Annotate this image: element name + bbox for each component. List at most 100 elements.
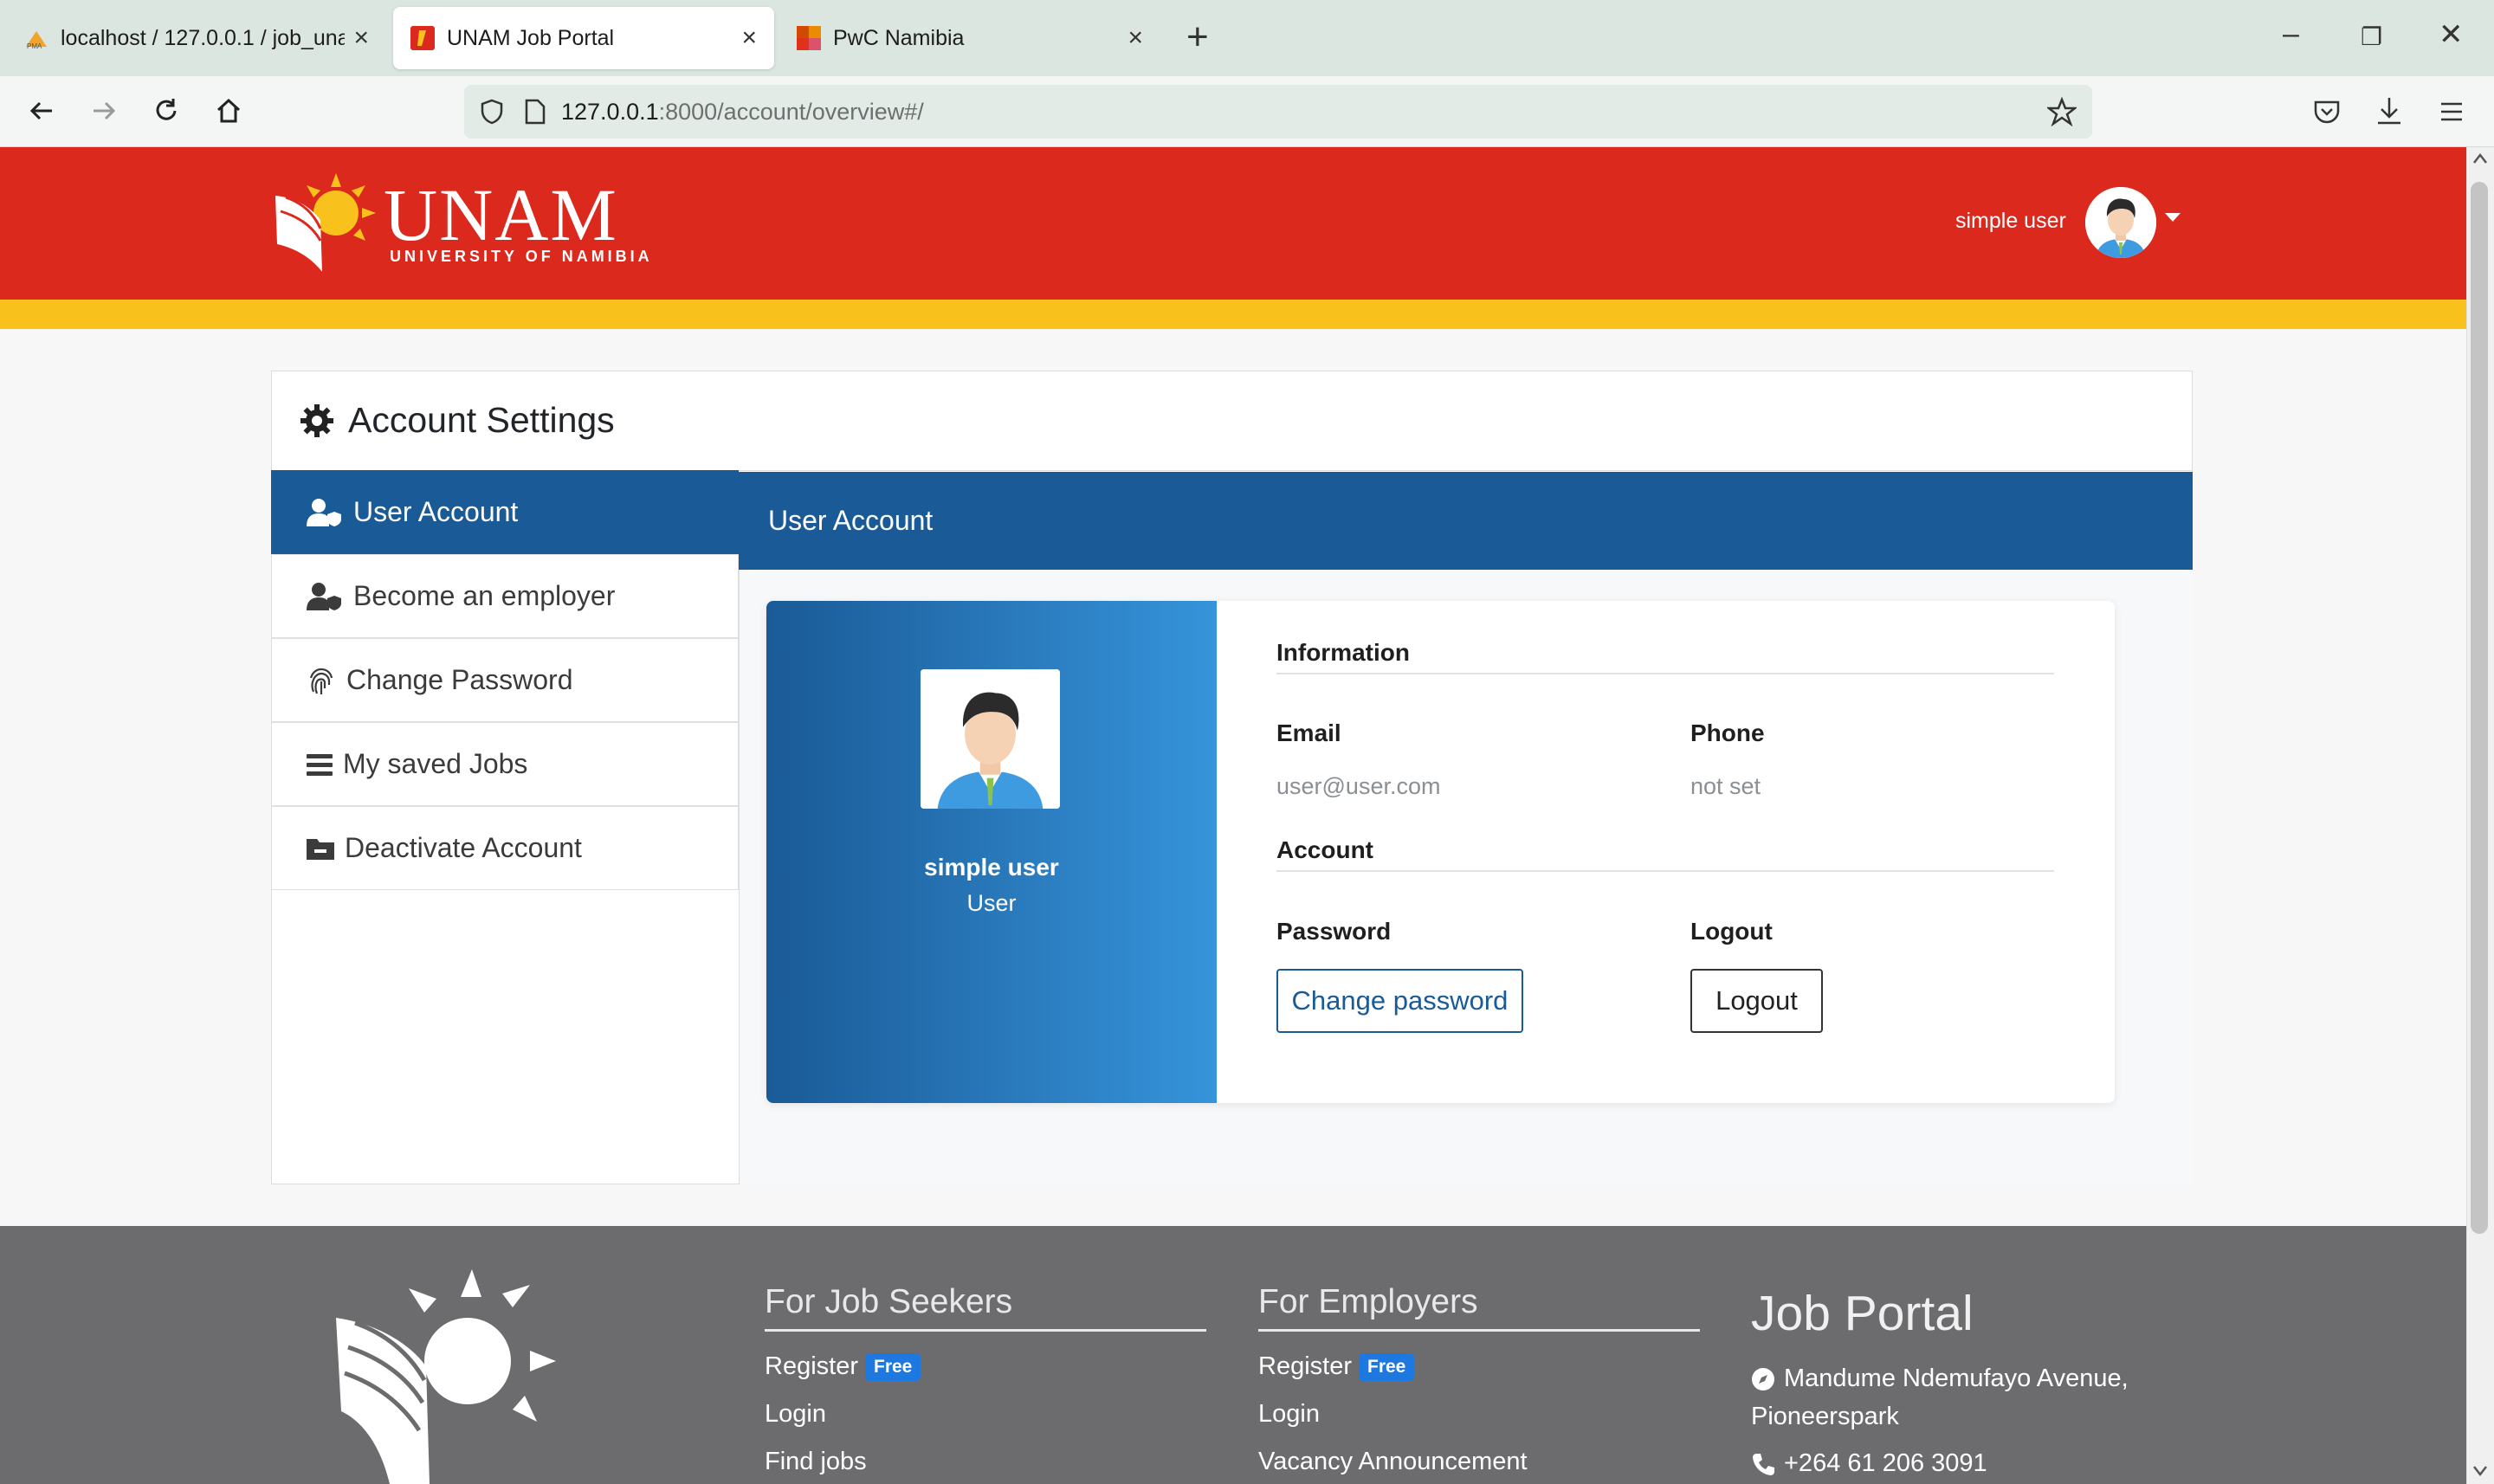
pwc-favicon-icon bbox=[797, 26, 821, 50]
footer-job-portal-title: Job Portal bbox=[1751, 1286, 1974, 1341]
user-shield-icon bbox=[307, 582, 341, 610]
page-icon bbox=[525, 99, 546, 125]
footer-vacancy-link[interactable]: Vacancy Announcement bbox=[1258, 1448, 1528, 1476]
pocket-icon[interactable] bbox=[2312, 97, 2342, 126]
tab-phpmyadmin[interactable]: PMA localhost / 127.0.0.1 / job_unam × bbox=[7, 7, 386, 69]
sidebar-item-label: Become an employer bbox=[353, 580, 616, 611]
profile-avatar bbox=[921, 669, 1060, 809]
sidebar-item-label: Change Password bbox=[346, 664, 573, 695]
password-label: Password bbox=[1276, 918, 1392, 945]
tab-label: localhost / 127.0.0.1 / job_unam bbox=[61, 25, 346, 50]
tab-unam-job-portal[interactable]: UNAM Job Portal × bbox=[393, 7, 774, 69]
url-bar[interactable]: 127.0.0.1:8000/account/overview#/ bbox=[464, 85, 2092, 139]
phone-icon bbox=[1753, 1453, 1774, 1475]
footer-find-jobs-link[interactable]: Find jobs bbox=[765, 1448, 867, 1476]
unam-logo-icon[interactable] bbox=[268, 168, 381, 281]
footer-employer-register-link[interactable]: Register Free bbox=[1258, 1352, 1415, 1382]
browser-tab-bar: PMA localhost / 127.0.0.1 / job_unam × U… bbox=[0, 0, 2494, 76]
account-settings-title-text: Account Settings bbox=[348, 400, 615, 440]
address-line1-text: Mandume Ndemufayo Avenue, bbox=[1784, 1365, 2129, 1392]
folder-minus-icon bbox=[307, 838, 334, 860]
sidebar-item-user-account[interactable]: User Account bbox=[271, 470, 739, 554]
unam-logo-text[interactable]: UNAM bbox=[384, 177, 618, 252]
footer-employers-heading: For Employers bbox=[1258, 1283, 1478, 1320]
footer-address-line1: Mandume Ndemufayo Avenue, bbox=[1751, 1365, 2129, 1393]
account-heading: Account bbox=[1276, 836, 1373, 863]
sidebar-item-label: Deactivate Account bbox=[345, 832, 582, 863]
footer-divider bbox=[765, 1329, 1206, 1332]
browser-nav-bar: 127.0.0.1:8000/account/overview#/ bbox=[0, 76, 2494, 147]
close-icon[interactable]: × bbox=[741, 23, 757, 53]
reload-icon[interactable] bbox=[151, 95, 182, 126]
footer-job-seekers-heading: For Job Seekers bbox=[765, 1283, 1013, 1320]
close-icon[interactable]: × bbox=[353, 23, 369, 53]
gear-icon bbox=[300, 403, 333, 437]
scroll-up-icon[interactable] bbox=[2472, 152, 2488, 165]
menu-icon[interactable] bbox=[2439, 99, 2465, 125]
information-heading: Information bbox=[1276, 639, 1410, 666]
phone-label: Phone bbox=[1690, 719, 1765, 746]
url-host: 127.0.0.1 bbox=[561, 98, 659, 125]
fingerprint-icon bbox=[309, 668, 333, 694]
scroll-down-icon[interactable] bbox=[2472, 1465, 2488, 1477]
footer-seeker-login-link[interactable]: Login bbox=[765, 1400, 826, 1429]
window-close-icon[interactable]: ✕ bbox=[2439, 17, 2464, 52]
list-icon bbox=[307, 753, 333, 776]
footer-unam-logo-icon bbox=[336, 1269, 556, 1484]
sidebar-item-become-employer[interactable]: Become an employer bbox=[271, 554, 739, 638]
phone-text: +264 61 206 3091 bbox=[1784, 1449, 1987, 1477]
compass-icon bbox=[1752, 1367, 1774, 1390]
shield-icon[interactable] bbox=[478, 98, 506, 126]
free-badge: Free bbox=[1359, 1353, 1415, 1382]
user-account-panel-header: User Account bbox=[739, 472, 2193, 570]
profile-role: User bbox=[966, 890, 1017, 916]
tab-label: PwC Namibia bbox=[833, 25, 965, 50]
user-menu-caret-icon[interactable] bbox=[2165, 213, 2181, 222]
new-tab-icon[interactable]: + bbox=[1186, 16, 1209, 59]
back-arrow-icon[interactable] bbox=[26, 95, 57, 126]
footer-divider bbox=[1258, 1329, 1700, 1332]
email-label: Email bbox=[1276, 719, 1341, 746]
logout-button[interactable]: Logout bbox=[1690, 969, 1823, 1033]
panel-title: User Account bbox=[768, 505, 934, 536]
sidebar-item-label: My saved Jobs bbox=[343, 748, 528, 779]
bookmark-star-icon[interactable] bbox=[2047, 97, 2077, 126]
footer-phone: +264 61 206 3091 bbox=[1751, 1449, 1987, 1478]
profile-name: simple user bbox=[924, 854, 1059, 881]
sidebar-item-label: User Account bbox=[353, 496, 519, 527]
unam-logo-subtitle: UNIVERSITY OF NAMIBIA bbox=[390, 248, 653, 265]
logout-label: Logout bbox=[1690, 918, 1773, 945]
close-icon[interactable]: × bbox=[1127, 23, 1143, 53]
link-label: Register bbox=[765, 1352, 858, 1380]
user-avatar-icon bbox=[2085, 187, 2156, 258]
forward-arrow-icon[interactable] bbox=[88, 95, 120, 126]
footer-address-line2: Pioneerspark bbox=[1751, 1403, 1899, 1430]
unam-favicon-icon bbox=[410, 26, 435, 50]
user-shield-icon bbox=[307, 498, 341, 526]
home-icon[interactable] bbox=[213, 95, 244, 126]
phpmyadmin-favicon-icon: PMA bbox=[26, 31, 47, 50]
footer-seeker-register-link[interactable]: Register Free bbox=[765, 1352, 921, 1382]
header-gold-strip bbox=[0, 300, 2466, 329]
sidebar-item-deactivate-account[interactable]: Deactivate Account bbox=[271, 806, 739, 890]
account-settings-title: Account Settings bbox=[300, 400, 615, 441]
svg-text:PMA: PMA bbox=[27, 42, 42, 50]
restore-icon[interactable]: ❐ bbox=[2361, 23, 2382, 51]
change-password-button[interactable]: Change password bbox=[1276, 969, 1523, 1033]
information-divider bbox=[1276, 673, 2054, 674]
download-icon[interactable] bbox=[2374, 95, 2404, 126]
tab-pwc-namibia[interactable]: PwC Namibia × bbox=[779, 7, 1160, 69]
link-label: Register bbox=[1258, 1352, 1352, 1380]
footer-employer-login-link[interactable]: Login bbox=[1258, 1400, 1320, 1429]
minimize-icon[interactable]: – bbox=[2283, 17, 2299, 51]
phone-value: not set bbox=[1690, 773, 1761, 799]
scrollbar-thumb[interactable] bbox=[2471, 182, 2488, 1234]
header-avatar[interactable] bbox=[2085, 187, 2156, 258]
url-path: :8000/account/overview#/ bbox=[658, 98, 924, 125]
email-value: user@user.com bbox=[1276, 773, 1441, 799]
sidebar-item-saved-jobs[interactable]: My saved Jobs bbox=[271, 722, 739, 806]
tab-label: UNAM Job Portal bbox=[447, 25, 615, 50]
sidebar-item-change-password[interactable]: Change Password bbox=[271, 638, 739, 722]
account-divider bbox=[1276, 870, 2054, 872]
header-user-name[interactable]: simple user bbox=[1955, 209, 2066, 234]
